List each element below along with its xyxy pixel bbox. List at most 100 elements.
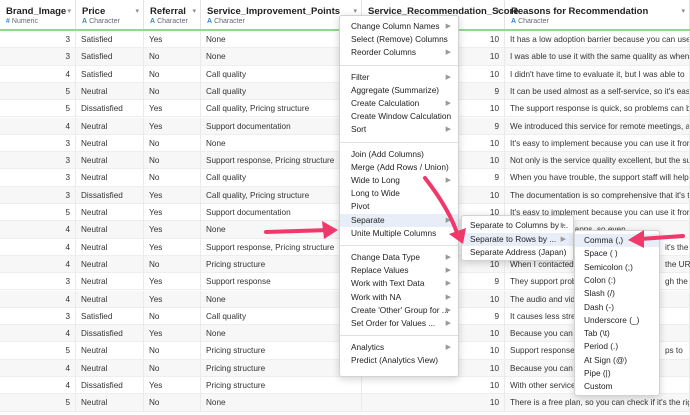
menu-item-select-remove-columns[interactable]: Select (Remove) Columns (340, 33, 458, 46)
cell-brand-image[interactable]: 4 (0, 65, 76, 83)
cell-service-recommendation-score[interactable]: 10 (362, 394, 505, 412)
menu-item-analytics[interactable]: Analytics ▶ (340, 341, 458, 354)
menu-item-create-calculation[interactable]: Create Calculation ▶ (340, 97, 458, 110)
cell-brand-image[interactable]: 5 (0, 204, 76, 221)
cell-service-improvement-points[interactable]: Support documentation (201, 204, 362, 221)
cell-brand-image[interactable]: 4 (0, 255, 76, 273)
cell-service-improvement-points[interactable]: Call quality, Pricing structure (201, 100, 362, 118)
cell-brand-image[interactable]: 4 (0, 325, 76, 343)
menu-item-separate[interactable]: Separate ▶ (340, 213, 458, 227)
cell-referral[interactable]: No (144, 342, 201, 360)
menu-item-pivot[interactable]: Pivot (340, 200, 458, 213)
cell-price[interactable]: Neutral (76, 204, 144, 221)
cell-reasons-for-recommendation[interactable]: I didn't have time to evaluate it, but I… (505, 65, 690, 83)
cell-reasons-for-recommendation[interactable]: It has a low adoption barrier because yo… (505, 31, 690, 48)
menu-item-predict-analytics-view[interactable]: Predict (Analytics View) (340, 354, 458, 367)
cell-price[interactable]: Dissatisfied (76, 100, 144, 118)
cell-brand-image[interactable]: 3 (0, 48, 76, 66)
cell-referral[interactable]: Yes (144, 273, 201, 291)
cell-price[interactable]: Neutral (76, 82, 144, 100)
cell-service-improvement-points[interactable]: Pricing structure (201, 342, 362, 360)
cell-referral[interactable]: Yes (144, 117, 201, 135)
menu-item-unite-multiple-columns[interactable]: Unite Multiple Columns (340, 227, 458, 240)
cell-price[interactable]: Neutral (76, 255, 144, 273)
delimiter-option-at-sign[interactable]: At Sign (@) (575, 354, 659, 367)
column-header-reasons-for-recommendation[interactable]: Reasons for Recommendation A Character ▾ (505, 0, 690, 29)
cell-price[interactable]: Satisfied (76, 31, 144, 48)
menu-item-change-data-type[interactable]: Change Data Type ▶ (340, 251, 458, 264)
cell-price[interactable]: Dissatisfied (76, 377, 144, 394)
cell-brand-image[interactable]: 4 (0, 238, 76, 256)
cell-referral[interactable]: No (144, 255, 201, 273)
column-dropdown-icon[interactable]: ▾ (135, 7, 139, 15)
cell-brand-image[interactable]: 5 (0, 100, 76, 118)
cell-reasons-for-recommendation[interactable]: It can be used almost as a self-service,… (505, 82, 690, 100)
cell-price[interactable]: Neutral (76, 238, 144, 256)
column-header-service-improvement-points[interactable]: Service_Improvement_Points A Character ▾ (201, 0, 362, 29)
cell-referral[interactable]: No (144, 152, 201, 170)
cell-referral[interactable]: No (144, 82, 201, 100)
cell-price[interactable]: Neutral (76, 134, 144, 152)
cell-service-improvement-points[interactable]: Call quality (201, 82, 362, 100)
cell-price[interactable]: Neutral (76, 359, 144, 377)
cell-referral[interactable]: No (144, 134, 201, 152)
cell-service-improvement-points[interactable]: Support response (201, 273, 362, 291)
column-dropdown-icon[interactable]: ▾ (681, 7, 685, 15)
cell-price[interactable]: Neutral (76, 169, 144, 187)
cell-service-improvement-points[interactable]: Pricing structure (201, 255, 362, 273)
cell-referral[interactable]: No (144, 307, 201, 325)
delimiter-option-dash[interactable]: Dash (-) (575, 301, 659, 314)
menu-item-work-with-na[interactable]: Work with NA ▶ (340, 291, 458, 304)
cell-service-improvement-points[interactable]: Call quality (201, 307, 362, 325)
delimiter-option-comma[interactable]: Comma (,) (575, 234, 659, 247)
cell-reasons-for-recommendation[interactable]: It's easy to implement because you can u… (505, 134, 690, 152)
submenu-item-separate-to-rows-by[interactable]: Separate to Rows by ... ▶ (462, 232, 573, 246)
cell-brand-image[interactable]: 3 (0, 152, 76, 170)
cell-referral[interactable]: Yes (144, 377, 201, 394)
cell-referral[interactable]: No (144, 48, 201, 66)
cell-referral[interactable]: No (144, 359, 201, 377)
column-header-price[interactable]: Price A Character ▾ (76, 0, 144, 29)
table-row[interactable]: 5 Neutral No None 10 There is a free plan, so… (0, 394, 690, 412)
cell-brand-image[interactable]: 4 (0, 377, 76, 394)
column-header-referral[interactable]: Referral A Character ▾ (144, 0, 201, 29)
menu-item-work-with-text-data[interactable]: Work with Text Data ▶ (340, 277, 458, 290)
column-dropdown-icon[interactable]: ▾ (67, 7, 71, 15)
cell-reasons-for-recommendation[interactable]: The documentation is so comprehensive th… (505, 186, 690, 204)
submenu-item-separate-to-columns-by[interactable]: Separate to Columns by ... ▶ (462, 219, 573, 232)
delimiter-option-underscore[interactable]: Underscore (_) (575, 314, 659, 327)
menu-item-aggregate-summarize[interactable]: Aggregate (Summarize) (340, 84, 458, 97)
cell-service-improvement-points[interactable]: Support response, Pricing structure (201, 152, 362, 170)
column-dropdown-icon[interactable]: ▾ (496, 7, 500, 15)
cell-price[interactable]: Neutral (76, 394, 144, 412)
cell-service-improvement-points[interactable]: None (201, 48, 362, 66)
cell-brand-image[interactable]: 3 (0, 169, 76, 187)
cell-service-improvement-points[interactable]: None (201, 325, 362, 343)
cell-referral[interactable]: Yes (144, 204, 201, 221)
cell-price[interactable]: Satisfied (76, 48, 144, 66)
cell-referral[interactable]: Yes (144, 31, 201, 48)
cell-reasons-for-recommendation[interactable]: Not only is the service quality excellen… (505, 152, 690, 170)
cell-reasons-for-recommendation[interactable]: We introduced this service for remote me… (505, 117, 690, 135)
cell-referral[interactable]: No (144, 394, 201, 412)
cell-service-recommendation-score[interactable]: 10 (362, 377, 505, 394)
column-dropdown-icon[interactable]: ▾ (192, 7, 196, 15)
menu-item-merge-add-rows-union[interactable]: Merge (Add Rows / Union) (340, 161, 458, 174)
cell-service-improvement-points[interactable]: Call quality, Pricing structure (201, 186, 362, 204)
cell-referral[interactable]: No (144, 65, 201, 83)
cell-service-improvement-points[interactable]: Pricing structure (201, 377, 362, 394)
cell-brand-image[interactable]: 4 (0, 359, 76, 377)
cell-service-improvement-points[interactable]: None (201, 31, 362, 48)
cell-brand-image[interactable]: 3 (0, 134, 76, 152)
cell-reasons-for-recommendation[interactable]: The support response is quick, so proble… (505, 100, 690, 118)
cell-service-improvement-points[interactable]: Support response, Pricing structure (201, 238, 362, 256)
menu-item-join-add-columns[interactable]: Join (Add Columns) (340, 148, 458, 161)
menu-item-replace-values[interactable]: Replace Values ▶ (340, 264, 458, 277)
cell-service-improvement-points[interactable]: Call quality (201, 65, 362, 83)
menu-item-wide-to-long[interactable]: Wide to Long ▶ (340, 174, 458, 187)
menu-item-create-other-group-for[interactable]: Create 'Other' Group for ... ▶ (340, 304, 458, 317)
cell-brand-image[interactable]: 4 (0, 221, 76, 239)
cell-reasons-for-recommendation[interactable]: I was able to use it with the same quali… (505, 48, 690, 66)
cell-service-improvement-points[interactable]: Call quality (201, 169, 362, 187)
menu-item-sort[interactable]: Sort ▶ (340, 123, 458, 136)
